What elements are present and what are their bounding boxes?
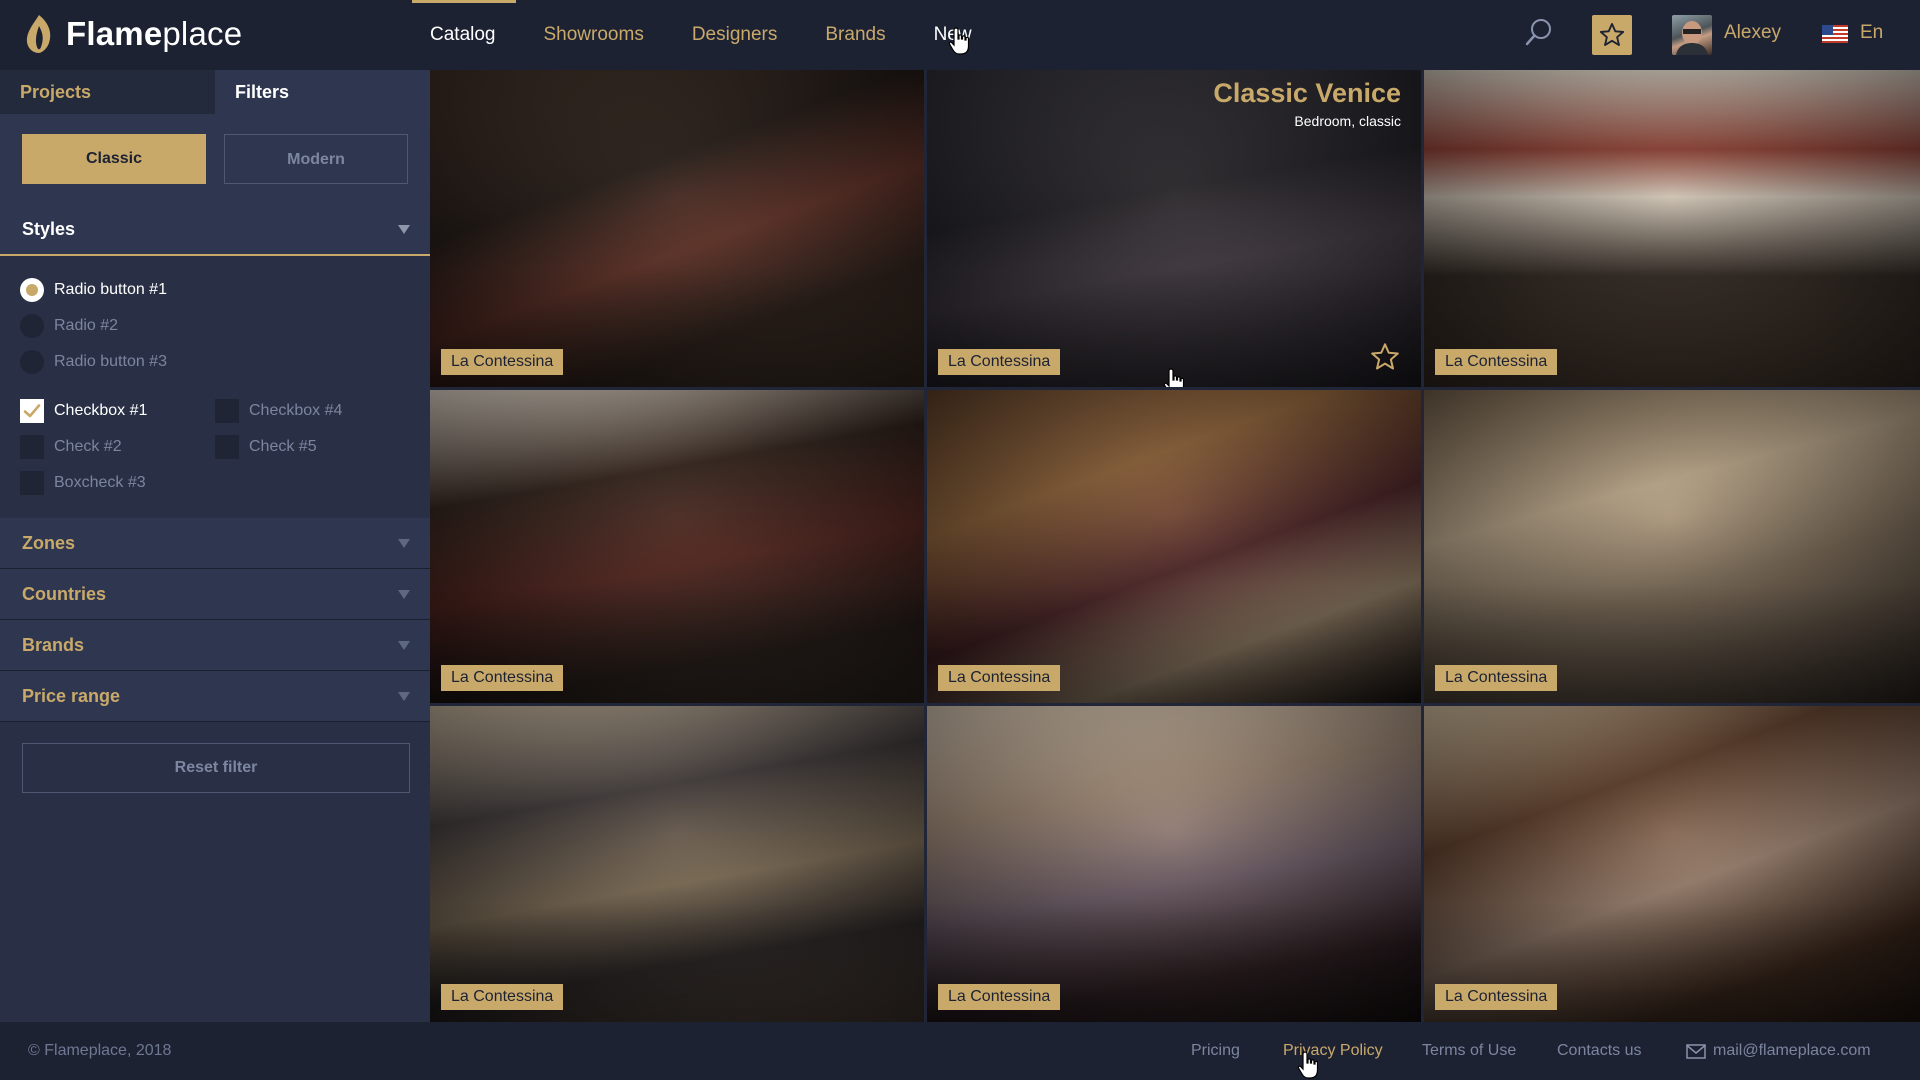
checkbox-1[interactable]: Checkbox #1 xyxy=(20,398,147,424)
checkbox-icon xyxy=(20,471,44,495)
us-flag-icon[interactable] xyxy=(1822,25,1848,43)
catalog-tile-4[interactable]: La Contessina xyxy=(430,390,924,703)
tab-projects[interactable]: Projects xyxy=(0,70,215,114)
favorites-button[interactable] xyxy=(1592,15,1632,55)
catalog-tile-6[interactable]: La Contessina xyxy=(1424,390,1920,703)
brands-title: Brands xyxy=(22,635,85,655)
chevron-down-icon xyxy=(398,641,410,650)
top-header: Flameplace Catalog Showrooms Designers B… xyxy=(0,0,1920,70)
brand-tag: La Contessina xyxy=(441,984,564,1010)
star-icon xyxy=(1599,22,1625,46)
catalog-tile-featured[interactable]: Classic Venice Bedroom, classic La Conte… xyxy=(927,70,1421,387)
footer-link-terms-of-use[interactable]: Terms of Use xyxy=(1422,1042,1516,1060)
brand-tag: La Contessina xyxy=(441,665,564,691)
brand-tag: La Contessina xyxy=(938,349,1061,375)
brand-tag: La Contessina xyxy=(1435,665,1558,691)
mail-icon xyxy=(1686,1044,1706,1059)
styles-section-body: Radio button #1 Radio #2 Radio button #3… xyxy=(0,256,430,518)
tile-title: Classic Venice xyxy=(1213,78,1401,108)
brand-tag: La Contessina xyxy=(1435,349,1558,375)
footer-link-contacts[interactable]: Contacts us xyxy=(1557,1042,1641,1060)
zones-title: Zones xyxy=(22,533,76,553)
user-photo-icon xyxy=(1676,21,1708,55)
flame-logo-icon xyxy=(26,15,51,53)
zones-section-header[interactable]: Zones xyxy=(0,518,430,569)
modern-button[interactable]: Modern xyxy=(224,134,408,184)
radio-dot-icon xyxy=(20,314,44,338)
footer-link-pricing[interactable]: Pricing xyxy=(1191,1042,1240,1060)
nav-brands[interactable]: Brands xyxy=(825,0,885,70)
logo[interactable]: Flameplace xyxy=(22,12,242,56)
brand-tag: La Contessina xyxy=(1435,984,1558,1010)
nav-new[interactable]: New xyxy=(934,0,972,70)
checkbox-4[interactable]: Checkbox #4 xyxy=(215,398,342,424)
nav-designers[interactable]: Designers xyxy=(692,0,778,70)
classic-button[interactable]: Classic xyxy=(22,134,206,184)
catalog-tile-5[interactable]: La Contessina xyxy=(927,390,1421,703)
radio-option-2[interactable]: Radio #2 xyxy=(20,313,118,339)
style-toggle: Classic Modern xyxy=(0,114,430,204)
copyright: © Flameplace, 2018 xyxy=(28,1042,172,1059)
brands-section-header[interactable]: Brands xyxy=(0,620,430,671)
tile-subtitle: Bedroom, classic xyxy=(1294,113,1401,129)
chevron-down-icon xyxy=(398,590,410,599)
avatar[interactable] xyxy=(1672,15,1712,55)
radio-dot-icon xyxy=(20,350,44,374)
checkbox-5[interactable]: Check #5 xyxy=(215,434,317,460)
user-name[interactable]: Alexey xyxy=(1724,22,1781,44)
checkbox-checked-icon xyxy=(20,399,44,423)
catalog-tile-8[interactable]: La Contessina xyxy=(927,706,1421,1022)
logo-text: Flameplace xyxy=(66,15,243,52)
chevron-down-icon xyxy=(398,692,410,701)
radio-option-3[interactable]: Radio button #3 xyxy=(20,349,167,375)
catalog-tile-1[interactable]: La Contessina xyxy=(430,70,924,387)
catalog-tile-9[interactable]: La Contessina xyxy=(1424,706,1920,1022)
tab-filters[interactable]: Filters xyxy=(215,70,430,114)
reset-filter-button[interactable]: Reset filter xyxy=(22,743,410,793)
chevron-down-icon xyxy=(398,539,410,548)
checkbox-icon xyxy=(215,399,239,423)
price-range-title: Price range xyxy=(22,686,121,706)
price-range-section-header[interactable]: Price range xyxy=(0,671,430,722)
catalog-tile-3[interactable]: La Contessina xyxy=(1424,70,1920,387)
search-icon[interactable] xyxy=(1524,17,1554,49)
filter-sidebar: Projects Filters Classic Modern Styles R… xyxy=(0,70,430,1022)
sidebar-tabs: Projects Filters xyxy=(0,70,430,114)
star-icon[interactable] xyxy=(1369,341,1401,373)
brand-tag: La Contessina xyxy=(938,665,1061,691)
radio-dot-icon xyxy=(20,278,44,302)
footer: © Flameplace, 2018 Pricing Privacy Polic… xyxy=(0,1022,1920,1080)
checkbox-2[interactable]: Check #2 xyxy=(20,434,122,460)
nav-showrooms[interactable]: Showrooms xyxy=(544,0,644,70)
catalog-grid: La Contessina Classic Venice Bedroom, cl… xyxy=(430,70,1920,1022)
radio-option-1[interactable]: Radio button #1 xyxy=(20,277,167,303)
footer-link-privacy-policy[interactable]: Privacy Policy xyxy=(1283,1042,1383,1060)
styles-title: Styles xyxy=(22,219,76,239)
styles-section-header[interactable]: Styles xyxy=(0,204,430,256)
countries-title: Countries xyxy=(22,584,107,604)
language-selector[interactable]: En xyxy=(1860,22,1883,44)
checkbox-3[interactable]: Boxcheck #3 xyxy=(20,470,146,496)
catalog-tile-7[interactable]: La Contessina xyxy=(430,706,924,1022)
checkbox-icon xyxy=(20,435,44,459)
brand-tag: La Contessina xyxy=(441,349,564,375)
brand-tag: La Contessina xyxy=(938,984,1061,1010)
countries-section-header[interactable]: Countries xyxy=(0,569,430,620)
nav-catalog[interactable]: Catalog xyxy=(412,0,515,70)
checkbox-icon xyxy=(215,435,239,459)
footer-email-link[interactable]: mail@flameplace.com xyxy=(1713,1042,1871,1060)
main-nav: Catalog Showrooms Designers Brands New xyxy=(412,0,1020,70)
chevron-down-icon xyxy=(398,225,410,234)
